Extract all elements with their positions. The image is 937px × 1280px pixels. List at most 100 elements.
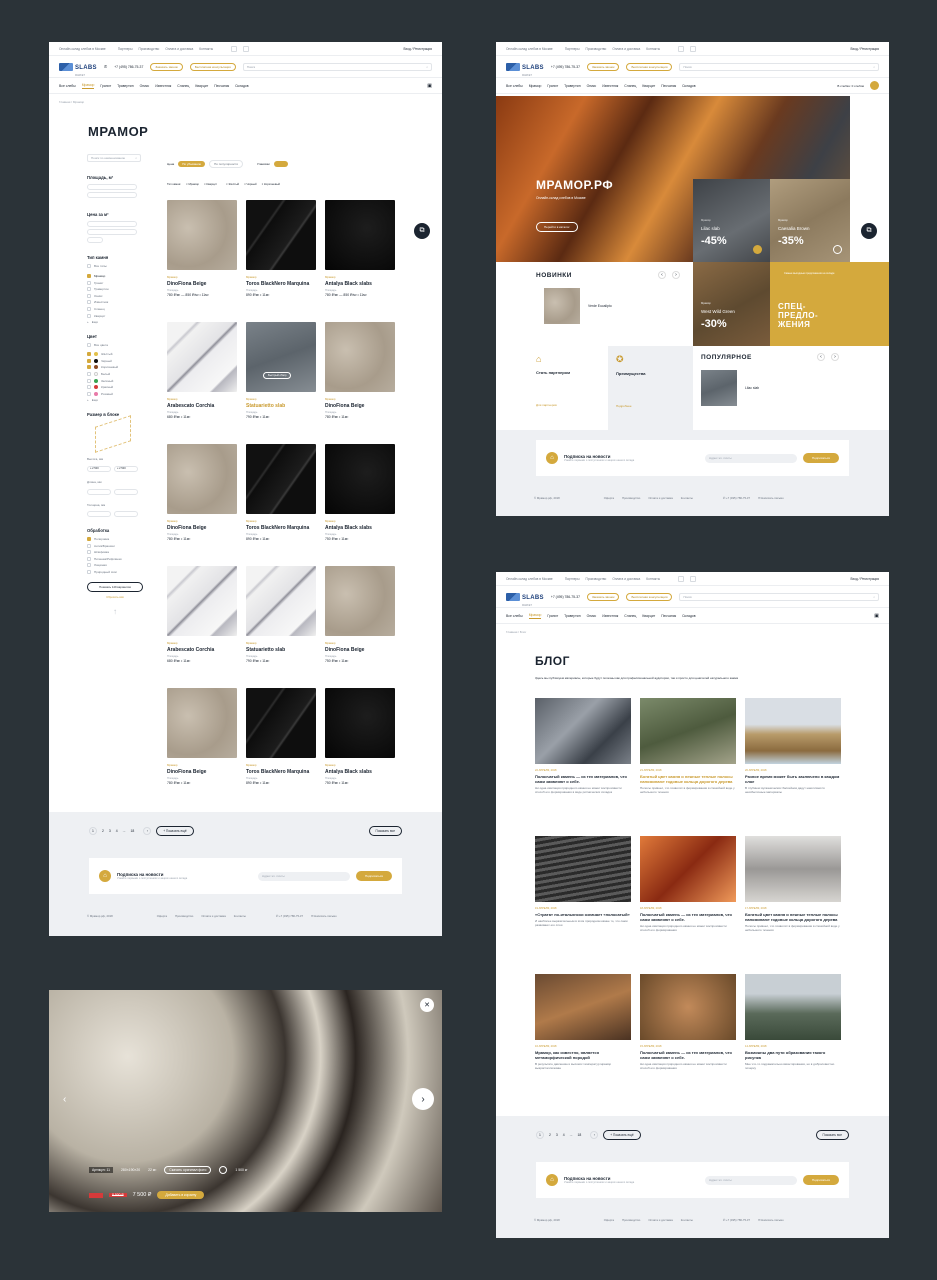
nav-all[interactable]: Все слебы xyxy=(506,84,523,88)
checkbox[interactable] xyxy=(87,306,91,311)
nav-quartzite[interactable]: Кварцит xyxy=(195,84,208,88)
footer-mail[interactable]: ✉ Написать письмо xyxy=(758,496,784,500)
prev-photo-icon[interactable]: ‹ xyxy=(63,1094,66,1105)
page-2[interactable]: 2 xyxy=(102,829,104,833)
promo-card-caesalia[interactable]: Мрамор Caesalia Brown -35% xyxy=(770,179,850,262)
page-1[interactable]: 1 xyxy=(89,827,97,835)
sort-popular-button[interactable]: По популярности xyxy=(209,160,244,168)
blog-post[interactable]: 19 АПРЕЛЯ, 2018 «Страта» по-итальянски оз… xyxy=(535,836,631,927)
top-link-delivery[interactable]: Оплата и доставка xyxy=(165,47,193,51)
finish-honed[interactable]: Шлифовка xyxy=(87,550,143,555)
blog-post-image[interactable] xyxy=(640,698,736,764)
search-input[interactable]: Поиск ⌕ xyxy=(679,62,879,71)
next-page-icon[interactable]: › xyxy=(590,1131,599,1139)
footer-link-offer[interactable]: Оферта xyxy=(604,496,614,500)
type-granite[interactable]: Гранит xyxy=(87,280,143,285)
product-name[interactable]: Toros BlackNero Marquina xyxy=(246,281,316,287)
product-image[interactable] xyxy=(167,322,237,392)
search-input[interactable]: Поиск ⌕ xyxy=(242,62,432,71)
color-more[interactable]: + Ещё xyxy=(87,398,143,402)
partner-link[interactable]: Для партнеров xyxy=(536,403,608,407)
cart-icon[interactable] xyxy=(870,81,879,90)
nav-granite[interactable]: Гранит xyxy=(547,614,558,618)
product-image[interactable] xyxy=(246,200,316,270)
page-3[interactable]: 3 xyxy=(556,1133,558,1137)
link-icon[interactable] xyxy=(219,1166,228,1174)
thick-from[interactable] xyxy=(87,511,111,518)
nav-sandstone[interactable]: Песчаник xyxy=(661,614,676,618)
top-link-partners[interactable]: Партнеры xyxy=(565,47,580,51)
nav-all[interactable]: Все слебы xyxy=(506,614,523,618)
nav-onyx[interactable]: Оникс xyxy=(587,614,597,618)
popular-item-name[interactable]: Lilac slab xyxy=(745,386,759,390)
subscribe-email-input[interactable]: Адрес эл. почты xyxy=(705,1175,798,1185)
product-image[interactable] xyxy=(246,322,316,392)
top-link-production[interactable]: Производство xyxy=(586,577,607,581)
login-link[interactable]: Вход / Регистрация xyxy=(851,47,880,51)
color-pink[interactable]: Розовый xyxy=(87,391,143,396)
product-card[interactable]: Мрамор Antalya Black slabs Площадь 750 ₽/м²… xyxy=(325,444,395,541)
product-name[interactable]: Antalya Black slabs xyxy=(325,769,395,775)
cart-summary[interactable]: В слебах: 0 слебов xyxy=(837,84,864,88)
promo-card-lilac[interactable]: Мрамор Lilac slab -45% xyxy=(693,179,770,262)
height-from[interactable]: ≥ 2 500 xyxy=(87,465,111,472)
color-all[interactable]: Все цвета xyxy=(87,343,143,348)
checkbox[interactable] xyxy=(87,293,91,298)
blog-post-title[interactable]: Полосчатый камень — из тех материалов, ч… xyxy=(535,774,631,784)
top-link-delivery[interactable]: Оплата и доставка xyxy=(612,47,640,51)
top-link-production[interactable]: Производство xyxy=(586,47,607,51)
checkbox[interactable] xyxy=(87,300,91,305)
blog-post-title[interactable]: Полосчатый камень — из тех материалов, ч… xyxy=(640,912,736,922)
blog-post-image[interactable] xyxy=(535,974,631,1040)
thick-to[interactable] xyxy=(114,511,138,518)
call-button[interactable]: Заказать звонок xyxy=(586,62,620,71)
subscribe-button[interactable]: Подписаться xyxy=(356,871,392,881)
area-from-input[interactable] xyxy=(87,184,137,190)
nav-all[interactable]: Все слебы xyxy=(59,84,76,88)
checkbox[interactable] xyxy=(87,280,91,285)
product-card[interactable]: Мрамор DinoFiona Beige Площадь 750 ₽/м² • 1… xyxy=(325,566,395,663)
facebook-icon[interactable] xyxy=(690,45,696,52)
footer-phone[interactable]: ✆ +7 (495) 786-75-37 xyxy=(723,1218,750,1222)
nav-travertine[interactable]: Травертин xyxy=(564,614,580,618)
nav-stores[interactable]: Складов xyxy=(682,614,696,618)
height-to[interactable]: ≤ 2 500 xyxy=(114,465,138,472)
checkbox[interactable] xyxy=(87,543,91,548)
product-name[interactable]: DinoFiona Beige xyxy=(325,403,395,409)
footer-link-offer[interactable]: Оферта xyxy=(604,1218,614,1222)
subscribe-button[interactable]: Подписаться xyxy=(803,1175,839,1185)
blog-post[interactable]: 21 АПРЕЛЯ, 2018 Богатый цвет камня и нежн… xyxy=(640,698,736,794)
checkbox[interactable] xyxy=(87,537,91,542)
footer-mail[interactable]: ✉ Написать письмо xyxy=(311,914,337,918)
product-name[interactable]: Toros BlackNero Marquina xyxy=(246,525,316,531)
product-name[interactable]: DinoFiona Beige xyxy=(325,647,395,653)
product-image[interactable] xyxy=(167,444,237,514)
reset-filters-link[interactable]: Сбросить всё xyxy=(87,595,143,599)
product-image[interactable] xyxy=(246,688,316,758)
nav-slate[interactable]: Сланец xyxy=(624,84,636,88)
footer-link-production[interactable]: Производство xyxy=(622,496,640,500)
call-button[interactable]: Заказать звонок xyxy=(150,62,183,71)
width-from[interactable] xyxy=(87,488,111,495)
top-link-contacts[interactable]: Контакты xyxy=(646,47,660,51)
blog-post[interactable]: 22 АПРЕЛЯ, 2018 Полосчатый камень — из те… xyxy=(535,698,631,794)
product-image[interactable] xyxy=(167,566,237,636)
color-black[interactable]: Чёрный xyxy=(87,358,143,363)
product-name[interactable]: Toros BlackNero Marquina xyxy=(246,769,316,775)
search-input[interactable]: Поиск ⌕ xyxy=(679,592,879,601)
checkbox[interactable] xyxy=(87,358,91,363)
type-quartzite[interactable]: Кварцит xyxy=(87,313,143,318)
chip-black[interactable]: × Чёрный xyxy=(244,182,257,186)
checkbox[interactable] xyxy=(87,287,91,292)
next-arrow-icon[interactable]: › xyxy=(831,353,839,361)
footer-phone[interactable]: ✆ +7 (495) 786-75-37 xyxy=(723,496,750,500)
finish-sawn[interactable]: Пиленая/Рифлёная xyxy=(87,556,143,561)
product-name[interactable]: Antalya Black slabs xyxy=(325,281,395,287)
compare-float-icon[interactable]: ⧉ xyxy=(414,223,430,239)
page-3[interactable]: 3 xyxy=(109,829,111,833)
checkbox[interactable] xyxy=(87,556,91,561)
new-item-image[interactable] xyxy=(544,288,580,324)
adv-link[interactable]: Подробнее xyxy=(616,404,685,408)
type-more[interactable]: + Ещё xyxy=(87,320,143,324)
color-red[interactable]: Красный xyxy=(87,385,143,390)
